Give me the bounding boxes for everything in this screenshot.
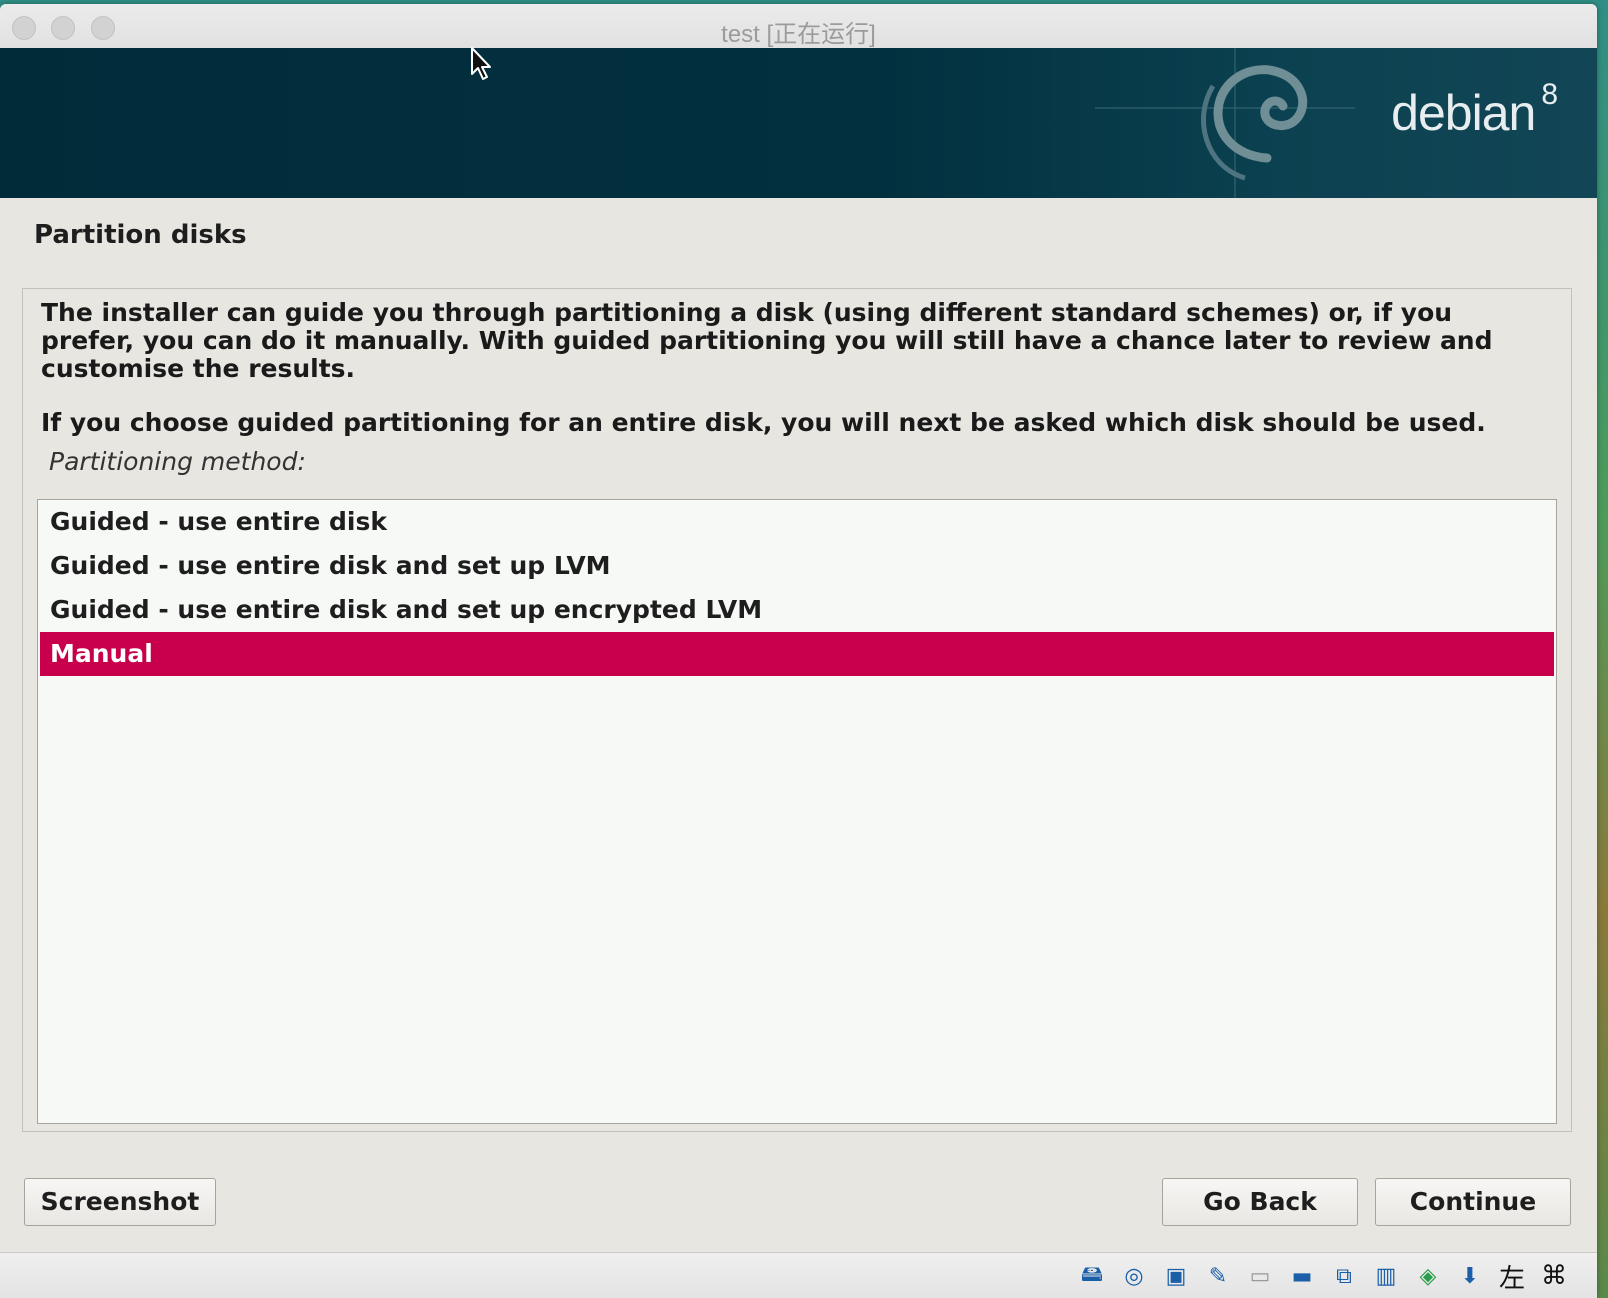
optical-drive-icon[interactable]: ◎ (1119, 1261, 1149, 1291)
partitioning-method-label: Partitioning method: (49, 447, 306, 476)
window-title: test [正在运行] (721, 21, 876, 48)
page-title: Partition disks (34, 220, 247, 250)
partitioning-method-list[interactable]: Guided - use entire disk Guided - use en… (37, 499, 1557, 1124)
option-guided-encrypted-lvm[interactable]: Guided - use entire disk and set up encr… (40, 588, 1554, 632)
screenshot-button[interactable]: Screenshot (24, 1178, 216, 1226)
host-key-label: 左 (1498, 1263, 1525, 1294)
download-icon[interactable]: ⬇ (1455, 1261, 1485, 1291)
option-guided-entire-disk[interactable]: Guided - use entire disk (40, 500, 1554, 544)
audio-icon[interactable]: ▣ (1161, 1261, 1191, 1291)
title-bar: test [正在运行] (0, 4, 1597, 49)
debian-banner: debian 8 (0, 48, 1597, 198)
debian-swirl-icon (1095, 48, 1355, 198)
description-text-2: If you choose guided partitioning for an… (41, 408, 1486, 437)
continue-button[interactable]: Continue (1375, 1178, 1571, 1226)
option-guided-lvm[interactable]: Guided - use entire disk and set up LVM (40, 544, 1554, 588)
shared-folders-icon[interactable]: ▭ (1245, 1261, 1275, 1291)
vm-status-bar: 🖴 ◎ ▣ ✎ ▭ ▬ ⧉ ▥ ◈ ⬇ 左 ⌘ (0, 1252, 1597, 1298)
debian-logo-text: debian (1391, 85, 1536, 141)
content-panel: The installer can guide you through part… (22, 288, 1572, 1132)
usb-icon[interactable]: ✎ (1203, 1261, 1233, 1291)
network-icon[interactable]: ⧉ (1329, 1261, 1359, 1291)
capture-icon[interactable]: ◈ (1413, 1261, 1443, 1291)
command-icon: ⌘ (1541, 1261, 1567, 1291)
cpu-icon[interactable]: ▥ (1371, 1261, 1401, 1291)
vm-window: test [正在运行] debian 8 Partition disks The … (0, 4, 1597, 1298)
debian-logo-version: 8 (1541, 78, 1558, 111)
go-back-button[interactable]: Go Back (1162, 1178, 1358, 1226)
mouse-pointer-icon (471, 47, 491, 80)
description-text: The installer can guide you through part… (41, 298, 1493, 383)
option-manual[interactable]: Manual (40, 632, 1554, 676)
hard-disk-icon[interactable]: 🖴 (1077, 1261, 1107, 1291)
display-icon[interactable]: ▬ (1287, 1261, 1317, 1291)
debian-logo: debian 8 (1391, 78, 1558, 142)
